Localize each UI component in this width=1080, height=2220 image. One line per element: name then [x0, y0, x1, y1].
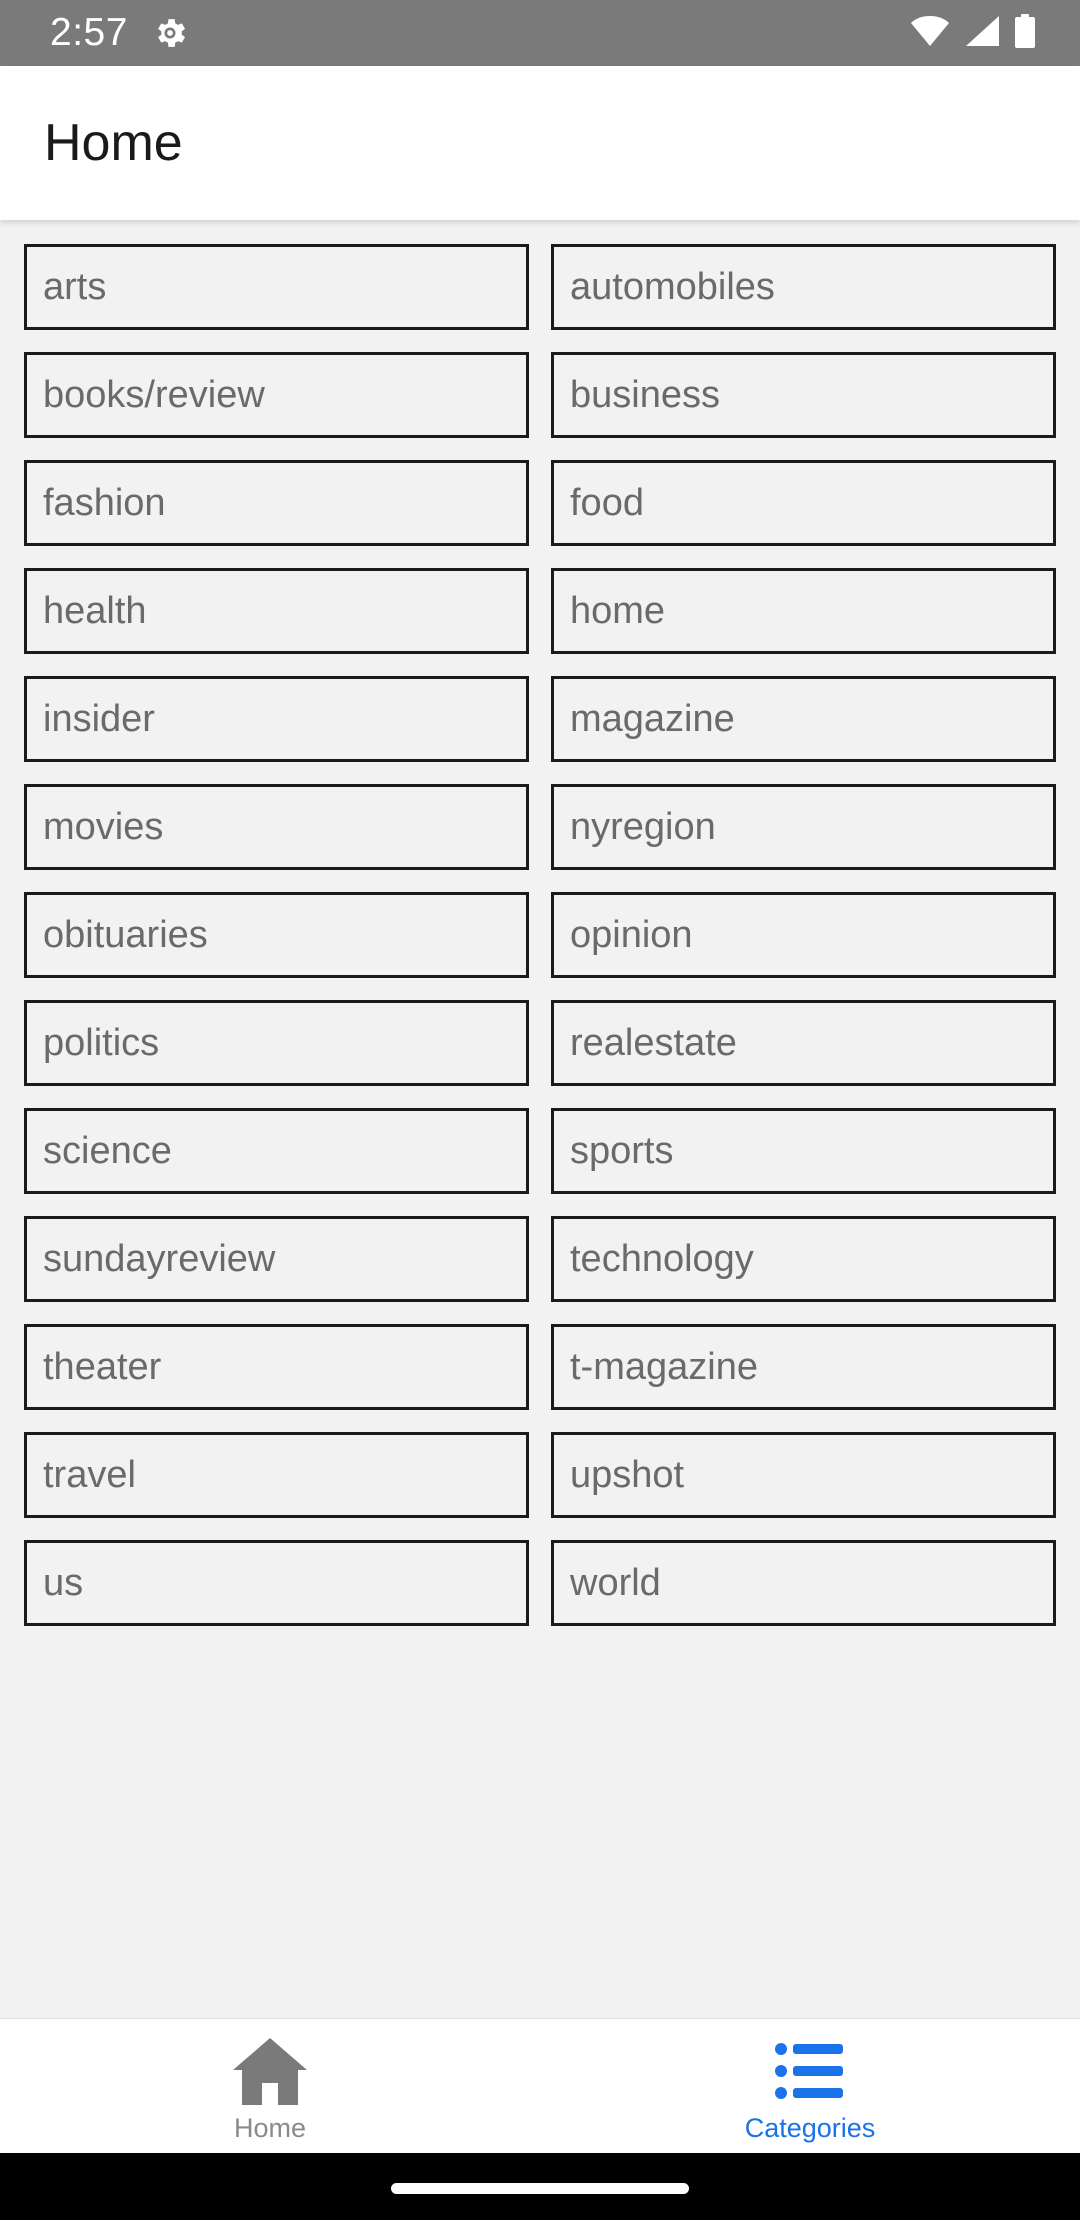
bottom-nav: Home Categories — [0, 2018, 1080, 2153]
category-item[interactable]: fashion — [24, 460, 529, 546]
nav-categories-label: Categories — [744, 2113, 876, 2143]
page-title: Home — [44, 114, 183, 172]
category-item[interactable]: home — [551, 568, 1056, 654]
nav-home-tab[interactable]: Home — [0, 2019, 540, 2153]
category-item[interactable]: insider — [24, 676, 529, 762]
category-item[interactable]: technology — [551, 1216, 1056, 1302]
category-item[interactable]: automobiles — [551, 244, 1056, 330]
system-navigation-bar — [0, 2153, 1080, 2220]
category-item[interactable]: business — [551, 352, 1056, 438]
category-item[interactable]: movies — [24, 784, 529, 870]
home-icon — [230, 2033, 310, 2109]
category-item[interactable]: nyregion — [551, 784, 1056, 870]
category-item[interactable]: world — [551, 1540, 1056, 1626]
category-grid: arts automobiles books/review business fashi… — [24, 244, 1056, 1626]
settings-gear-icon — [150, 13, 190, 53]
cell-signal-icon — [964, 15, 1000, 52]
category-item[interactable]: science — [24, 1108, 529, 1194]
status-time: 2:57 — [50, 11, 128, 54]
category-item[interactable]: realestate — [551, 1000, 1056, 1086]
list-icon — [770, 2033, 850, 2109]
category-item[interactable]: t-magazine — [551, 1324, 1056, 1410]
category-item[interactable]: sports — [551, 1108, 1056, 1194]
category-item[interactable]: politics — [24, 1000, 529, 1086]
category-item[interactable]: opinion — [551, 892, 1056, 978]
nav-categories-tab[interactable]: Categories — [540, 2019, 1080, 2153]
category-item[interactable]: travel — [24, 1432, 529, 1518]
nav-home-label: Home — [233, 2113, 307, 2143]
category-item[interactable]: upshot — [551, 1432, 1056, 1518]
app-header: Home — [0, 66, 1080, 220]
status-icons — [910, 13, 1036, 53]
category-item[interactable]: sundayreview — [24, 1216, 529, 1302]
category-item[interactable]: obituaries — [24, 892, 529, 978]
gesture-handle[interactable] — [391, 2183, 689, 2194]
category-item[interactable]: arts — [24, 244, 529, 330]
category-item[interactable]: magazine — [551, 676, 1056, 762]
wifi-icon — [910, 15, 950, 52]
status-bar: 2:57 — [0, 0, 1080, 66]
category-item[interactable]: food — [551, 460, 1056, 546]
category-item[interactable]: theater — [24, 1324, 529, 1410]
battery-icon — [1014, 13, 1036, 53]
category-item[interactable]: books/review — [24, 352, 529, 438]
category-item[interactable]: health — [24, 568, 529, 654]
category-item[interactable]: us — [24, 1540, 529, 1626]
